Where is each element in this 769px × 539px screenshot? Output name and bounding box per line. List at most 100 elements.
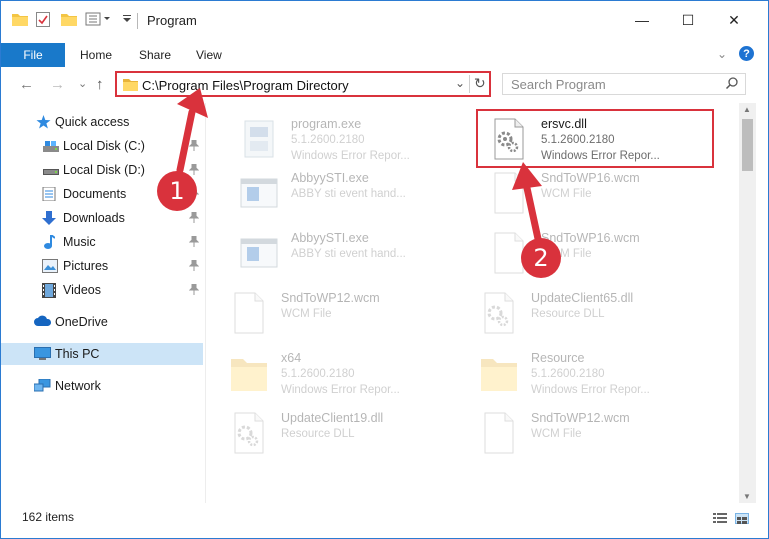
file-item[interactable]: SndToWP12.wcm WCM File <box>467 405 707 461</box>
file-description: ABBY sti event hand... <box>291 248 406 260</box>
file-name: SndToWP12.wcm <box>281 291 380 305</box>
blank-file-icon <box>489 171 529 215</box>
file-name: UpdateClient65.dll <box>531 291 634 305</box>
star-icon <box>36 115 52 129</box>
sidebar-item-this-pc[interactable]: This PC <box>1 343 203 365</box>
new-folder-icon[interactable] <box>61 12 77 29</box>
download-icon <box>42 211 58 225</box>
forward-button[interactable]: → <box>50 76 65 93</box>
dll-gear-icon <box>229 411 269 455</box>
chevron-down-icon[interactable]: ⌄ <box>455 76 465 90</box>
maximize-button[interactable]: ☐ <box>665 1 711 39</box>
vertical-scrollbar[interactable]: ▲ ▼ <box>739 103 756 503</box>
file-item[interactable]: x64 5.1.2600.2180 Windows Error Repor... <box>217 345 457 401</box>
step-2-callout: 2 <box>521 238 561 278</box>
tab-share[interactable]: Share <box>139 48 171 62</box>
sidebar-item-label: This PC <box>55 347 100 361</box>
drive-icon <box>43 163 59 177</box>
file-item[interactable]: UpdateClient19.dll Resource DLL <box>217 405 457 461</box>
sidebar-item-local-disk-c[interactable]: Local Disk (C:) <box>1 135 203 157</box>
file-type: WCM File <box>541 188 592 200</box>
step-1-callout: 1 <box>157 171 197 211</box>
pin-icon[interactable] <box>188 211 200 226</box>
file-name: x64 <box>281 351 302 365</box>
pane-divider[interactable] <box>205 103 206 503</box>
videos-icon <box>42 283 58 298</box>
navigation-pane: Quick access Local Disk (C:) Local Disk … <box>1 103 207 503</box>
exe-icon <box>239 117 279 161</box>
file-item[interactable]: SndToWP16.wcm WCM File <box>477 165 717 221</box>
file-type: Resource DLL <box>531 308 605 320</box>
sidebar-item-network[interactable]: Network <box>1 375 203 397</box>
folder-icon <box>479 351 519 395</box>
folder-icon[interactable] <box>12 12 28 29</box>
sidebar-item-onedrive[interactable]: OneDrive <box>1 311 203 333</box>
cloud-icon <box>34 315 52 329</box>
music-icon <box>43 234 59 249</box>
sidebar-item-quick-access[interactable]: Quick access <box>1 111 203 133</box>
tab-home[interactable]: Home <box>80 48 112 62</box>
sidebar-item-music[interactable]: Music <box>1 231 203 253</box>
minimize-button[interactable]: — <box>619 1 665 39</box>
folder-icon <box>229 351 269 395</box>
file-item[interactable]: AbbyySTI.exe ABBY sti event hand... <box>227 165 467 221</box>
refresh-icon[interactable]: ↻ <box>474 75 486 92</box>
pin-icon[interactable] <box>188 139 200 154</box>
file-version: 5.1.2600.2180 <box>531 368 605 380</box>
file-name: AbbyySTI.exe <box>291 231 369 245</box>
sidebar-item-label: OneDrive <box>55 315 108 329</box>
folder-icon <box>123 78 138 94</box>
file-list: program.exe 5.1.2600.2180 Windows Error … <box>207 103 739 503</box>
scroll-thumb[interactable] <box>742 119 753 171</box>
address-path[interactable]: C:\Program Files\Program Directory <box>142 78 349 93</box>
up-button[interactable]: ↑ <box>96 76 104 93</box>
drive-icon <box>43 139 59 153</box>
title-separator <box>137 13 138 29</box>
tiles-view-icon[interactable] <box>735 513 749 524</box>
view-options-icon[interactable] <box>85 12 115 29</box>
sidebar-item-label: Network <box>55 379 101 393</box>
file-item[interactable]: program.exe 5.1.2600.2180 Windows Error … <box>227 111 467 167</box>
recent-locations-button[interactable]: ⌄ <box>78 77 87 90</box>
navigation-bar: ← → ⌄ ↑ C:\Program Files\Program Directo… <box>1 67 768 103</box>
scroll-up-icon[interactable]: ▲ <box>743 105 751 114</box>
sidebar-item-pictures[interactable]: Pictures <box>1 255 203 277</box>
file-version: 5.1.2600.2180 <box>291 134 365 146</box>
properties-icon[interactable] <box>36 12 50 30</box>
sidebar-item-label: Quick access <box>55 115 130 129</box>
status-bar: 162 items <box>1 505 768 538</box>
item-count: 162 items <box>22 510 75 524</box>
pictures-icon <box>42 259 58 273</box>
search-placeholder: Search Program <box>511 77 606 92</box>
file-item[interactable]: SndToWP16.wcm WCM File <box>477 225 717 281</box>
file-name: UpdateClient19.dll <box>281 411 384 425</box>
details-view-icon[interactable] <box>713 513 727 524</box>
file-name: SndToWP12.wcm <box>531 411 630 425</box>
pin-icon[interactable] <box>188 259 200 274</box>
customize-toolbar-icon[interactable] <box>122 13 132 27</box>
tab-view[interactable]: View <box>196 48 222 62</box>
title-bar: Program — ☐ ✕ <box>1 1 768 39</box>
sidebar-item-label: Music <box>63 235 96 249</box>
search-input[interactable]: Search Program <box>502 73 746 95</box>
scroll-down-icon[interactable]: ▼ <box>743 492 751 501</box>
file-description: Windows Error Repor... <box>281 384 400 396</box>
dll-gear-icon <box>479 291 519 335</box>
sidebar-item-videos[interactable]: Videos <box>1 279 203 301</box>
expand-ribbon-icon[interactable]: ⌄ <box>717 47 727 61</box>
pin-icon[interactable] <box>188 283 200 298</box>
address-bar[interactable]: C:\Program Files\Program Directory ⌄ ↻ <box>115 71 491 97</box>
file-item[interactable]: Resource 5.1.2600.2180 Windows Error Rep… <box>467 345 707 401</box>
file-item[interactable]: UpdateClient65.dll Resource DLL <box>467 285 707 341</box>
help-icon[interactable]: ? <box>739 46 754 61</box>
sidebar-item-label: Documents <box>63 187 127 201</box>
computer-icon <box>34 347 51 361</box>
file-item[interactable]: SndToWP12.wcm WCM File <box>217 285 457 341</box>
pin-icon[interactable] <box>188 235 200 250</box>
search-icon[interactable] <box>725 76 739 93</box>
file-name: SndToWP16.wcm <box>541 231 640 245</box>
close-button[interactable]: ✕ <box>711 1 757 39</box>
file-item[interactable]: AbbyySTI.exe ABBY sti event hand... <box>227 225 467 281</box>
back-button[interactable]: ← <box>19 76 34 93</box>
tab-file[interactable]: File <box>1 43 65 67</box>
